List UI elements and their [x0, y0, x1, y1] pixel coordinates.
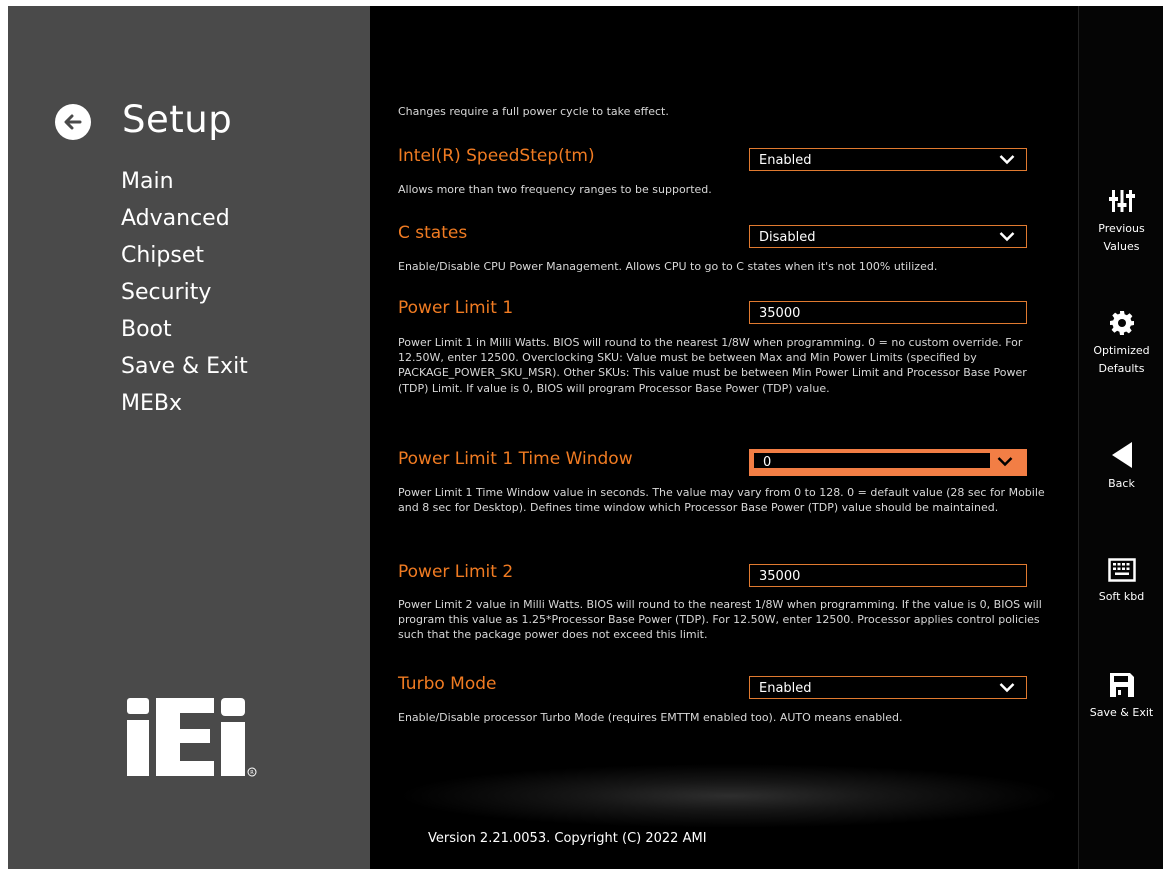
- c-states-description: Enable/Disable CPU Power Management. All…: [398, 260, 938, 273]
- power-limit-1-input[interactable]: 35000: [749, 301, 1027, 324]
- power-limit-1-time-window-description: Power Limit 1 Time Window value in secon…: [398, 486, 1045, 515]
- nav-item-main[interactable]: Main: [121, 163, 248, 200]
- nav-item-chipset[interactable]: Chipset: [121, 237, 248, 274]
- power-limit-1-value: 35000: [759, 306, 801, 321]
- nav-item-advanced[interactable]: Advanced: [121, 200, 248, 237]
- right-toolbar: Previous Values Optimized Defaults Back: [1078, 6, 1163, 869]
- soft-kbd-button[interactable]: Soft kbd: [1079, 558, 1163, 606]
- chevron-down-icon: [999, 232, 1015, 242]
- svg-text:R: R: [250, 770, 254, 776]
- keyboard-icon: [1107, 558, 1136, 582]
- power-cycle-note: Changes require a full power cycle to ta…: [398, 105, 669, 118]
- previous-values-label: Previous Values: [1098, 222, 1145, 253]
- chevron-down-icon: [997, 457, 1013, 467]
- nav-item-boot[interactable]: Boot: [121, 311, 248, 348]
- c-states-dropdown[interactable]: Disabled: [749, 225, 1027, 248]
- speedstep-dropdown[interactable]: Enabled: [749, 148, 1027, 171]
- save-exit-label: Save & Exit: [1089, 706, 1154, 719]
- chevron-down-icon: [999, 683, 1015, 693]
- speedstep-description: Allows more than two frequency ranges to…: [398, 183, 712, 196]
- turbo-mode-value: Enabled: [759, 681, 812, 696]
- setting-label-power-limit-1-time-window: Power Limit 1 Time Window: [398, 449, 633, 469]
- nav-item-save-exit[interactable]: Save & Exit: [121, 348, 248, 385]
- version-footer: Version 2.21.0053. Copyright (C) 2022 AM…: [428, 831, 707, 846]
- setting-label-speedstep: Intel(R) SpeedStep(tm): [398, 146, 595, 166]
- setting-label-power-limit-2: Power Limit 2: [398, 562, 514, 582]
- back-button[interactable]: Back: [1079, 441, 1163, 493]
- power-limit-2-description: Power Limit 2 value in Milli Watts. BIOS…: [398, 598, 1042, 642]
- optimized-defaults-button[interactable]: Optimized Defaults: [1079, 310, 1163, 378]
- setting-label-turbo-mode: Turbo Mode: [398, 674, 497, 694]
- left-nav-pane: Setup Main Advanced Chipset Security Boo…: [8, 6, 370, 869]
- previous-values-button[interactable]: Previous Values: [1079, 188, 1163, 256]
- back-arrow-button[interactable]: [55, 104, 91, 140]
- chevron-down-icon: [999, 155, 1015, 165]
- gear-icon: [1109, 311, 1134, 335]
- power-limit-1-time-window-dropdown[interactable]: 0: [749, 449, 1027, 476]
- power-limit-1-description: Power Limit 1 in Milli Watts. BIOS will …: [398, 336, 1027, 395]
- floppy-save-icon: [1109, 673, 1134, 697]
- nav-item-security[interactable]: Security: [121, 274, 248, 311]
- sliders-icon: [1108, 190, 1135, 212]
- c-states-value: Disabled: [759, 230, 816, 245]
- bios-screen: Setup Main Advanced Chipset Security Boo…: [8, 6, 1163, 869]
- power-limit-2-value: 35000: [759, 569, 801, 584]
- back-triangle-icon: [1111, 442, 1132, 468]
- setting-label-c-states: C states: [398, 223, 468, 243]
- nav-menu: Main Advanced Chipset Security Boot Save…: [121, 163, 248, 422]
- back-label: Back: [1108, 477, 1135, 490]
- settings-panel: Changes require a full power cycle to ta…: [370, 6, 1078, 869]
- save-exit-button[interactable]: Save & Exit: [1079, 672, 1163, 722]
- nav-item-mebx[interactable]: MEBx: [121, 385, 248, 422]
- power-limit-2-input[interactable]: 35000: [749, 564, 1027, 587]
- page-title: Setup: [122, 98, 233, 141]
- turbo-mode-description: Enable/Disable processor Turbo Mode (req…: [398, 711, 903, 724]
- setting-label-power-limit-1: Power Limit 1: [398, 298, 514, 318]
- back-arrow-icon: [64, 114, 82, 130]
- soft-kbd-label: Soft kbd: [1098, 590, 1145, 603]
- optimized-defaults-label: Optimized Defaults: [1093, 344, 1150, 375]
- speedstep-value: Enabled: [759, 153, 812, 168]
- iei-logo: R: [127, 698, 257, 777]
- turbo-mode-dropdown[interactable]: Enabled: [749, 676, 1027, 699]
- active-field-inner: 0: [754, 453, 990, 470]
- power-limit-1-time-window-value: 0: [763, 455, 772, 470]
